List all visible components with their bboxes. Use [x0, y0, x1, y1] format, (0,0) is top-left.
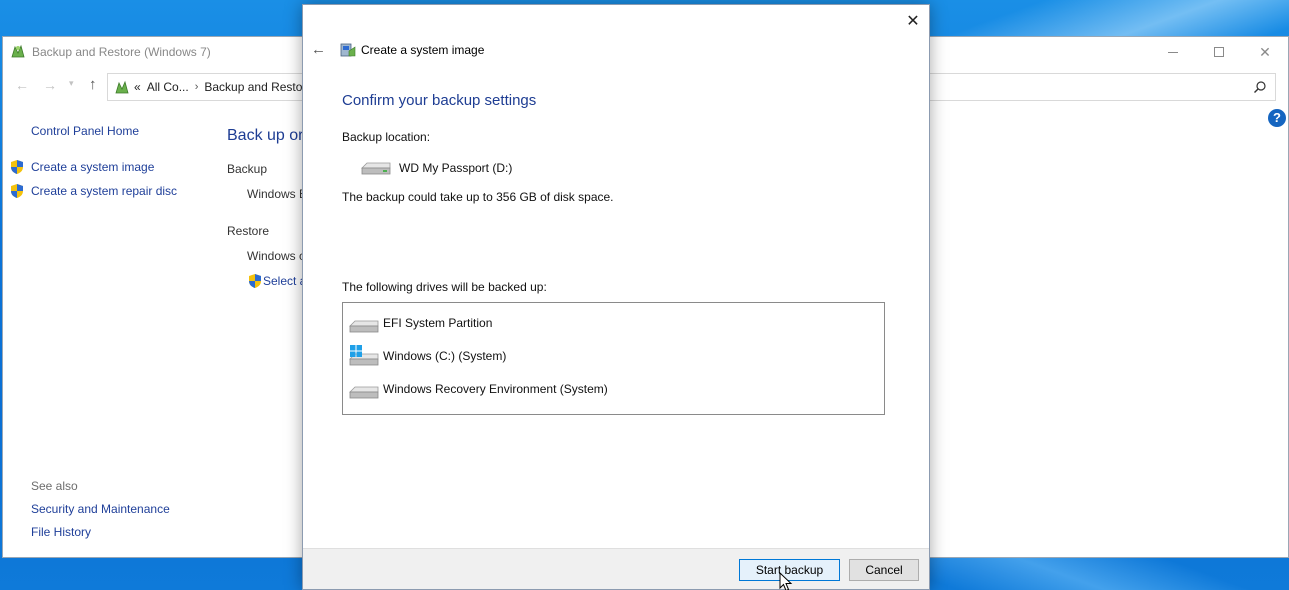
help-icon[interactable]: ? — [1268, 109, 1286, 127]
windows-logo-icon — [350, 345, 362, 357]
backup-location-value: WD My Passport (D:) — [399, 161, 513, 175]
search-icon[interactable] — [1253, 80, 1267, 94]
list-item: Windows Recovery Environment (System) — [349, 378, 608, 400]
backup-location-label: Backup location: — [342, 130, 431, 144]
create-system-image-dialog: ✕ ← Create a system image Confirm your b… — [302, 4, 930, 590]
drive-icon — [361, 162, 391, 175]
back-arrow-icon[interactable]: ← — [15, 77, 29, 93]
drive-name: EFI System Partition — [383, 316, 493, 330]
page-title: Back up or — [227, 127, 304, 144]
backup-section-label: Backup — [227, 162, 268, 176]
restore-status-text: Windows c — [247, 249, 306, 263]
maximize-icon — [1214, 47, 1224, 57]
drive-name: Windows (C:) (System) — [383, 349, 507, 363]
drive-icon — [349, 386, 379, 399]
recent-locations-chevron-icon[interactable]: ▾ — [69, 78, 74, 89]
uac-shield-icon — [249, 274, 261, 288]
list-item: EFI System Partition — [349, 312, 492, 334]
backup-restore-icon — [11, 44, 25, 58]
dialog-title: Create a system image — [361, 43, 485, 57]
close-button[interactable]: ✕ — [1242, 37, 1288, 67]
maximize-button[interactable] — [1196, 37, 1242, 67]
space-estimate-text: The backup could take up to 356 GB of di… — [342, 190, 614, 204]
uac-shield-icon — [11, 160, 23, 174]
cancel-button[interactable]: Cancel — [849, 559, 919, 581]
address-segment-backup-restore[interactable]: Backup and Resto — [204, 80, 302, 94]
restore-section-label: Restore — [227, 224, 270, 238]
drive-name: Windows Recovery Environment (System) — [383, 382, 608, 396]
back-arrow-icon[interactable]: ← — [311, 41, 326, 58]
see-also-label: See also — [31, 479, 78, 493]
security-maintenance-link[interactable]: Security and Maintenance — [31, 502, 170, 516]
uac-shield-icon — [11, 184, 23, 198]
close-icon: ✕ — [906, 13, 920, 30]
forward-arrow-icon[interactable]: → — [43, 77, 57, 93]
sidebar-item-create-system-image[interactable]: Create a system image — [31, 160, 154, 174]
drives-list: EFI System Partition Windows (C:) (Syste… — [342, 302, 885, 415]
backup-location-drive: WD My Passport (D:) — [361, 160, 512, 176]
breadcrumb-chevron-icon: › — [194, 81, 199, 93]
control-panel-icon — [115, 80, 129, 94]
select-another-backup-link[interactable]: Select a — [263, 274, 306, 288]
address-prefix[interactable]: « — [134, 80, 141, 94]
backup-status-text: Windows B — [247, 187, 308, 201]
dialog-footer: Start backup Cancel — [303, 548, 929, 590]
file-history-link[interactable]: File History — [31, 525, 91, 539]
dialog-heading: Confirm your backup settings — [342, 92, 537, 109]
minimize-icon — [1168, 51, 1178, 53]
drive-icon — [349, 320, 379, 333]
window-title: Backup and Restore (Windows 7) — [32, 45, 211, 59]
address-segment-all-control-panel[interactable]: All Co... — [147, 80, 189, 94]
sidebar-item-create-repair-disc[interactable]: Create a system repair disc — [31, 184, 177, 198]
up-arrow-icon[interactable]: ↑ — [89, 76, 97, 93]
system-image-icon — [340, 43, 356, 57]
drives-list-label: The following drives will be backed up: — [342, 280, 547, 294]
close-icon: ✕ — [1259, 43, 1271, 60]
minimize-button[interactable] — [1150, 37, 1196, 67]
dialog-close-button[interactable]: ✕ — [903, 11, 923, 31]
list-item: Windows (C:) (System) — [349, 345, 506, 367]
control-panel-home-link[interactable]: Control Panel Home — [31, 124, 139, 138]
mouse-cursor-icon — [779, 572, 793, 590]
